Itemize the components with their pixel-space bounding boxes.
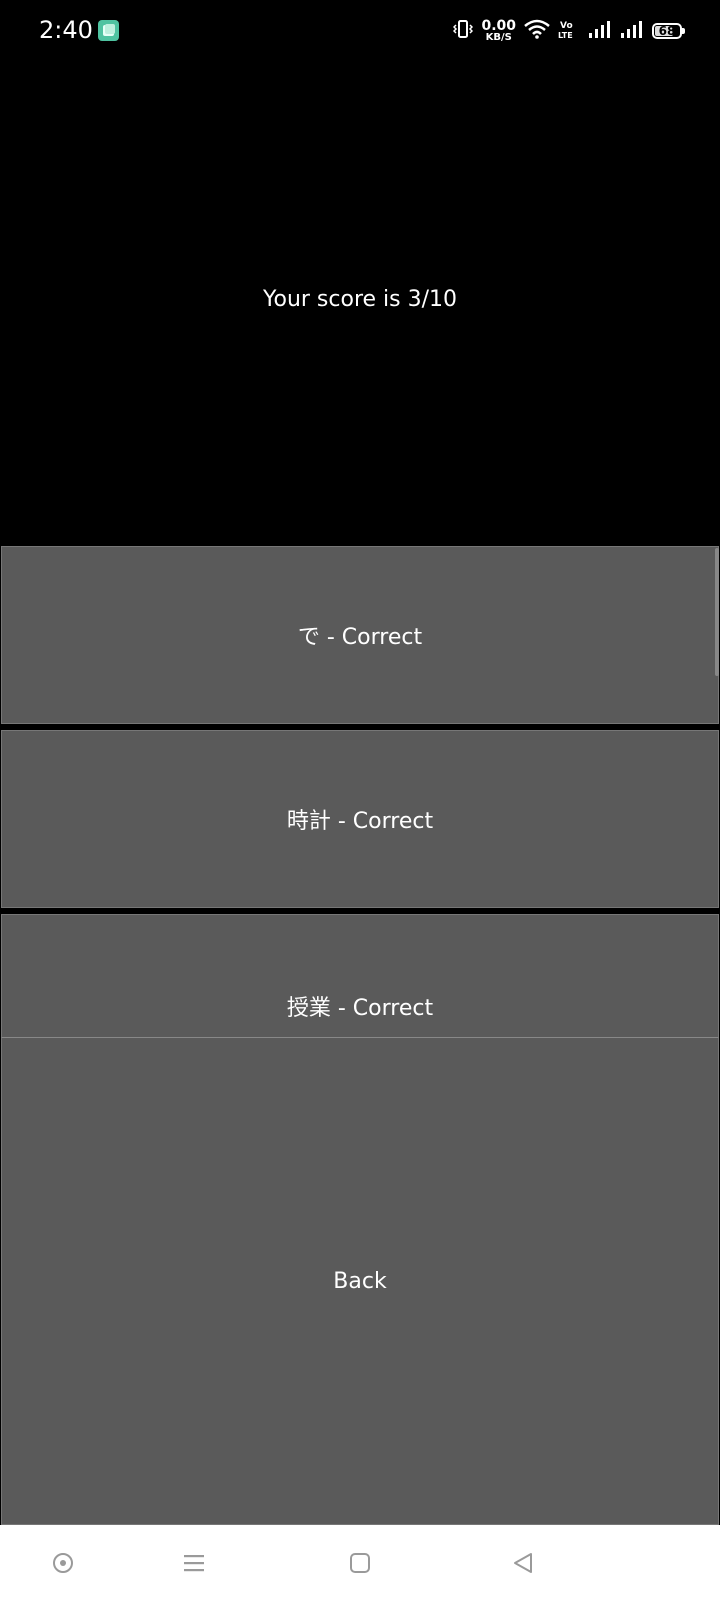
scrollbar[interactable] bbox=[715, 548, 719, 676]
result-item[interactable]: 時計 - Correct bbox=[1, 730, 719, 908]
status-time: 2:40 bbox=[39, 16, 93, 44]
quiz-results-screen: 2:40 0.00 KB/S Vo LTE 68 Your score is 3… bbox=[0, 0, 720, 1600]
result-item[interactable]: で - Correct bbox=[1, 546, 719, 724]
back-button[interactable]: Back bbox=[1, 1037, 719, 1525]
wifi-icon bbox=[524, 19, 550, 43]
back-icon[interactable] bbox=[509, 1549, 537, 1577]
signal-icon bbox=[588, 19, 612, 43]
battery-level: 68 bbox=[658, 24, 676, 38]
status-icons: 0.00 KB/S Vo LTE 68 bbox=[453, 17, 685, 44]
status-bar: 2:40 0.00 KB/S Vo LTE 68 bbox=[0, 0, 720, 62]
svg-text:LTE: LTE bbox=[558, 31, 573, 39]
svg-text:Vo: Vo bbox=[560, 21, 573, 31]
volte-icon: Vo LTE bbox=[558, 19, 580, 43]
menu-icon[interactable] bbox=[180, 1549, 208, 1577]
network-speed-unit: KB/S bbox=[485, 31, 512, 43]
result-item[interactable]: 授業 - Correct bbox=[1, 914, 719, 1038]
score-text: Your score is 3/10 bbox=[262, 287, 458, 312]
battery-icon: 68 bbox=[652, 23, 685, 39]
app-notification-icon bbox=[98, 20, 119, 41]
vibrate-icon bbox=[453, 19, 474, 43]
assistant-icon[interactable] bbox=[49, 1549, 77, 1577]
network-speed-value: 0.00 bbox=[481, 17, 516, 34]
home-icon[interactable] bbox=[346, 1549, 374, 1577]
signal-icon bbox=[620, 19, 644, 43]
navigation-bar bbox=[0, 1525, 720, 1600]
network-speed: 0.00 KB/S bbox=[481, 17, 516, 43]
